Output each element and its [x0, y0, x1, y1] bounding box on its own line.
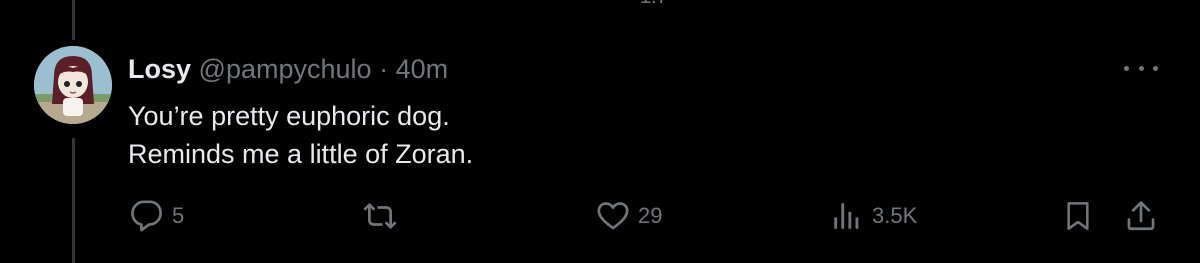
user-handle[interactable]: @pampychulo	[199, 54, 372, 84]
like-button[interactable]: 29	[596, 196, 662, 236]
thread-line-top	[72, 0, 75, 40]
views-count: 3.5K	[872, 203, 918, 228]
timestamp[interactable]: 40m	[396, 54, 449, 84]
more-dot	[1124, 65, 1129, 71]
like-count: 29	[638, 203, 663, 228]
separator-dot: ·	[379, 54, 389, 84]
tweet-text-line: Reminds me a little of Zoran.	[128, 139, 474, 169]
retweet-icon	[363, 203, 397, 229]
avatar[interactable]	[34, 46, 112, 124]
more-icon[interactable]	[1124, 56, 1158, 80]
retweet-button[interactable]	[360, 196, 408, 236]
bookmark-button[interactable]	[1062, 196, 1094, 236]
reply-count: 5	[172, 203, 185, 228]
share-button[interactable]	[1124, 196, 1158, 236]
share-icon	[1127, 201, 1155, 231]
tweet-text-line: You’re pretty euphoric dog.	[128, 101, 450, 131]
display-name[interactable]: Losy	[128, 54, 191, 84]
more-dot	[1138, 65, 1144, 71]
action-bar: 5 29 3.5K	[0, 196, 1200, 236]
reply-button[interactable]: 5	[130, 196, 184, 236]
bookmark-icon	[1067, 202, 1089, 230]
tweet-text: You’re pretty euphoric dog. Reminds me a…	[128, 97, 473, 173]
more-dot	[1153, 65, 1158, 71]
avatar-image	[34, 46, 112, 124]
reply-icon	[131, 200, 162, 232]
tweet-header: Losy @pampychulo · 40m	[128, 52, 448, 86]
views-button[interactable]: 3.5K	[830, 196, 917, 236]
views-icon	[834, 203, 859, 229]
previous-tweet-fragment: 1.7	[640, 0, 668, 9]
heart-icon	[597, 202, 629, 230]
